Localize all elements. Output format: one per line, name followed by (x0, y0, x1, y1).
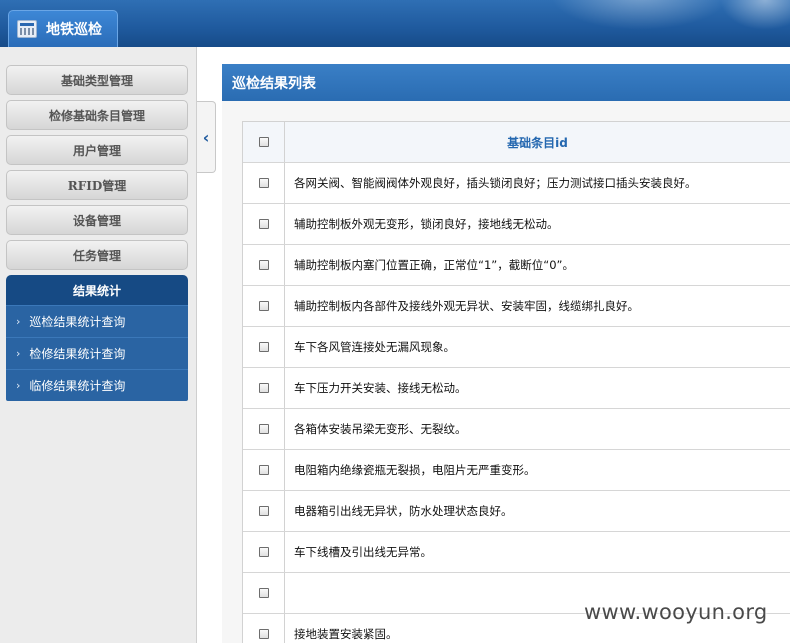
row-item-text: 电阻箱内绝缘瓷瓶无裂损，电阻片无严重变形。 (294, 463, 536, 477)
menu-users[interactable]: 用户管理 (6, 135, 188, 165)
row-checkbox[interactable] (258, 219, 269, 229)
row-checkbox[interactable] (258, 506, 269, 516)
table-row[interactable]: 各网关阀、智能阀阀体外观良好，插头锁闭良好；压力测试接口插头安装良好。 (243, 163, 790, 204)
row-checkbox[interactable] (258, 588, 269, 598)
row-checkbox-cell (243, 491, 285, 531)
top-bar: 地铁巡检 (0, 0, 790, 47)
sidebar: 基础类型管理 检修基础条目管理 用户管理 RFID管理 设备管理 任务管理 结果… (0, 47, 197, 643)
watermark: www.wooyun.org (584, 600, 768, 624)
table-row[interactable]: 各箱体安装吊梁无变形、无裂纹。 (243, 409, 790, 450)
sidebar-item-label: 临修结果统计查询 (29, 379, 126, 393)
row-checkbox-cell (243, 204, 285, 244)
sidebar-item-label: 检修结果统计查询 (29, 347, 126, 361)
row-checkbox-cell (243, 245, 285, 285)
table-row[interactable]: 电阻箱内绝缘瓷瓶无裂损，电阻片无严重变形。 (243, 450, 790, 491)
sidebar-item-temp-repair-results[interactable]: › 临修结果统计查询 (6, 369, 188, 401)
menu-devices[interactable]: 设备管理 (6, 205, 188, 235)
table-row[interactable]: 车下线槽及引出线无异常。 (243, 532, 790, 573)
row-checkbox[interactable] (258, 301, 269, 311)
table-header-row: 基础条目id (243, 122, 790, 163)
app-tab[interactable]: 地铁巡检 (8, 10, 118, 47)
header-glow (550, 0, 730, 30)
results-submenu: › 巡检结果统计查询 › 检修结果统计查询 › 临修结果统计查询 (6, 305, 188, 401)
row-checkbox-cell (243, 286, 285, 326)
row-item-text: 车下线槽及引出线无异常。 (294, 545, 432, 559)
row-item-text: 辅助控制板内各部件及接线外观无异状、安装牢固，线缆绑扎良好。 (294, 299, 639, 313)
sidebar-item-inspection-results[interactable]: › 巡检结果统计查询 (6, 305, 188, 337)
panel-title: 巡检结果列表 (222, 64, 790, 101)
row-checkbox[interactable] (258, 629, 269, 639)
column-header-item-id[interactable]: 基础条目id (285, 122, 790, 162)
table-body: 各网关阀、智能阀阀体外观良好，插头锁闭良好；压力测试接口插头安装良好。 辅助控制板… (243, 163, 790, 643)
table-row[interactable]: 辅助控制板内塞门位置正确，正常位“1”，截断位“0”。 (243, 245, 790, 286)
sidebar-menu: 基础类型管理 检修基础条目管理 用户管理 RFID管理 设备管理 任务管理 结果… (6, 65, 188, 401)
row-item-text: 辅助控制板外观无变形，锁闭良好，接地线无松动。 (294, 217, 559, 231)
row-item-text: 车下压力开关安装、接线无松动。 (294, 381, 467, 395)
select-all-cell (243, 122, 285, 162)
row-checkbox-cell (243, 368, 285, 408)
table-row[interactable]: 辅助控制板内各部件及接线外观无异状、安装牢固，线缆绑扎良好。 (243, 286, 790, 327)
row-item-text: 电器箱引出线无异状，防水处理状态良好。 (294, 504, 513, 518)
row-item-text: 车下各风管连接处无漏风现象。 (294, 340, 455, 354)
row-checkbox[interactable] (258, 342, 269, 352)
row-checkbox[interactable] (258, 383, 269, 393)
row-checkbox-cell (243, 327, 285, 367)
sidebar-item-label: 巡检结果统计查询 (29, 315, 126, 329)
sidebar-item-maintenance-results[interactable]: › 检修结果统计查询 (6, 337, 188, 369)
row-checkbox[interactable] (258, 178, 269, 188)
menu-results-group[interactable]: 结果统计 (6, 275, 188, 305)
menu-maintenance-items[interactable]: 检修基础条目管理 (6, 100, 188, 130)
row-checkbox[interactable] (258, 424, 269, 434)
header-glow-corner (720, 0, 790, 30)
menu-rfid[interactable]: RFID管理 (6, 170, 188, 200)
calendar-icon (17, 20, 37, 38)
select-all-checkbox[interactable] (258, 137, 269, 147)
app-title: 地铁巡检 (46, 22, 102, 38)
row-checkbox-cell (243, 614, 285, 643)
row-checkbox-cell (243, 163, 285, 203)
row-item-text: 各箱体安装吊梁无变形、无裂纹。 (294, 422, 467, 436)
table-row[interactable]: 车下各风管连接处无漏风现象。 (243, 327, 790, 368)
results-table: 基础条目id 各网关阀、智能阀阀体外观良好，插头锁闭良好；压力测试接口插头安装良… (242, 121, 790, 643)
row-checkbox-cell (243, 409, 285, 449)
row-checkbox-cell (243, 532, 285, 572)
row-checkbox[interactable] (258, 465, 269, 475)
collapse-sidebar-button[interactable]: ‹ (197, 101, 216, 173)
menu-basic-type[interactable]: 基础类型管理 (6, 65, 188, 95)
table-row[interactable]: 电器箱引出线无异状，防水处理状态良好。 (243, 491, 790, 532)
row-checkbox[interactable] (258, 260, 269, 270)
table-row[interactable]: 车下压力开关安装、接线无松动。 (243, 368, 790, 409)
table-row[interactable]: 辅助控制板外观无变形，锁闭良好，接地线无松动。 (243, 204, 790, 245)
row-checkbox-cell (243, 573, 285, 613)
chevron-right-icon: › (16, 347, 21, 360)
row-checkbox-cell (243, 450, 285, 490)
row-item-text: 各网关阀、智能阀阀体外观良好，插头锁闭良好；压力测试接口插头安装良好。 (294, 176, 697, 190)
chevron-left-icon: ‹ (202, 127, 210, 147)
chevron-right-icon: › (16, 315, 21, 328)
row-checkbox[interactable] (258, 547, 269, 557)
row-item-text: 辅助控制板内塞门位置正确，正常位“1”，截断位“0”。 (294, 258, 574, 272)
chevron-right-icon: › (16, 379, 21, 392)
menu-tasks[interactable]: 任务管理 (6, 240, 188, 270)
